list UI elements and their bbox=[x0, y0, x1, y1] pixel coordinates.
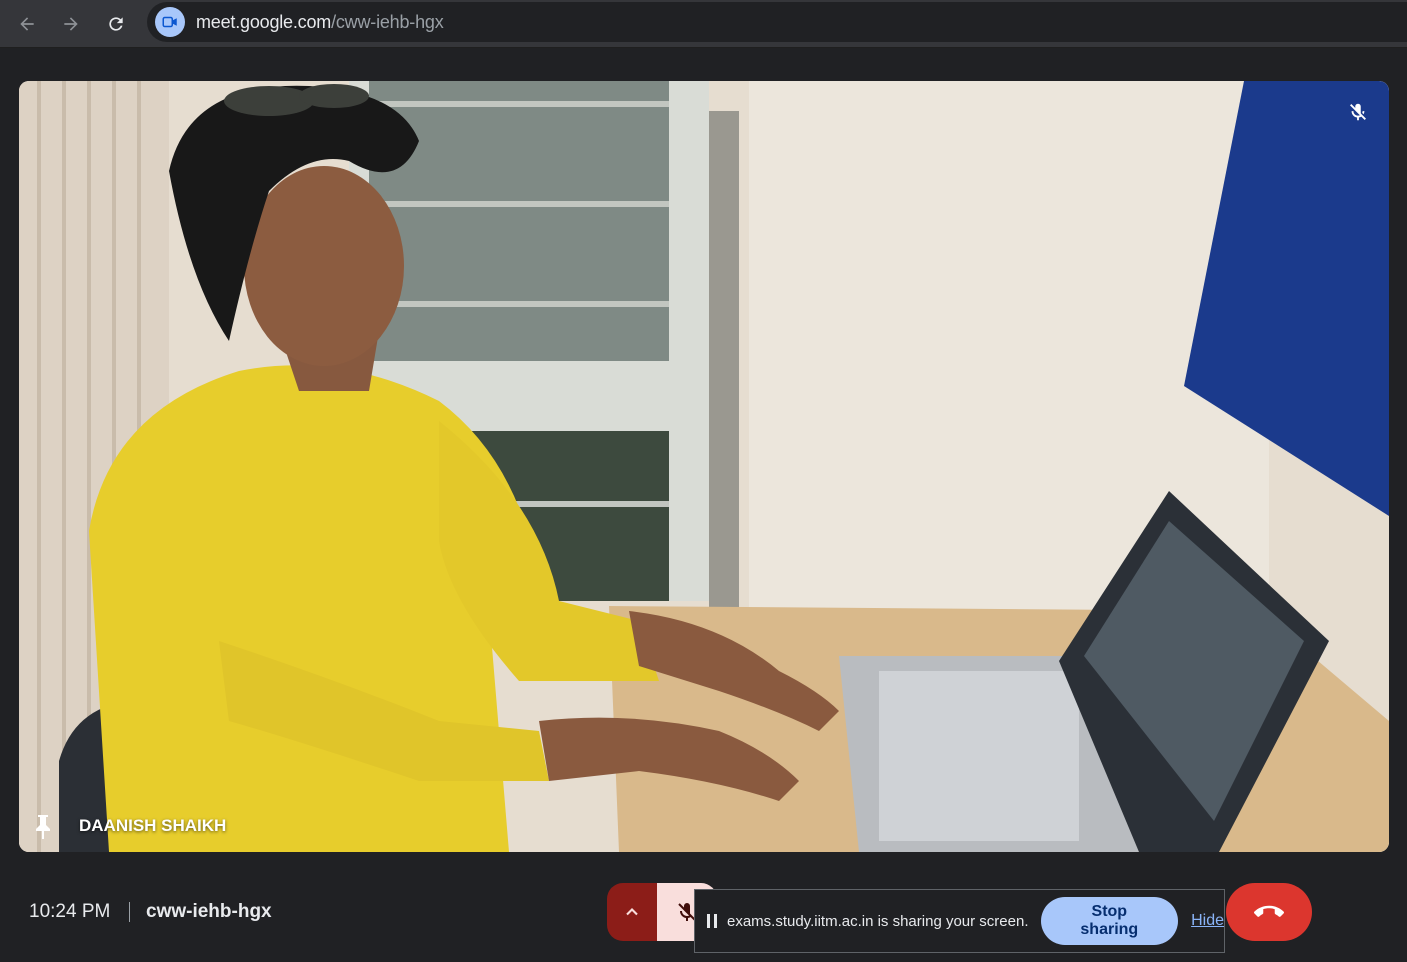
participant-video bbox=[19, 81, 1389, 852]
forward-arrow-icon[interactable] bbox=[54, 7, 88, 41]
screen-share-banner: exams.study.iitm.ac.in is sharing your s… bbox=[694, 889, 1225, 953]
participant-video-tile[interactable]: DAANISH SHAIKH bbox=[19, 81, 1389, 852]
hide-banner-link[interactable]: Hide bbox=[1191, 912, 1224, 930]
reload-icon[interactable] bbox=[99, 7, 133, 41]
mic-off-icon bbox=[1345, 99, 1371, 125]
participant-name: DAANISH SHAIKH bbox=[79, 816, 227, 835]
meeting-clock: 10:24 PM bbox=[29, 901, 111, 922]
phone-hangup-icon bbox=[1254, 905, 1284, 917]
meet-camera-icon[interactable] bbox=[155, 7, 185, 37]
end-call-button[interactable] bbox=[1226, 883, 1312, 941]
chevron-up-icon bbox=[626, 908, 638, 916]
url-text[interactable]: meet.google.com/cww-iehb-hgx bbox=[196, 12, 444, 33]
browser-toolbar: meet.google.com/cww-iehb-hgx bbox=[0, 0, 1407, 48]
mic-options-button[interactable] bbox=[607, 883, 657, 941]
back-arrow-icon[interactable] bbox=[10, 7, 44, 41]
address-bar[interactable]: meet.google.com/cww-iehb-hgx bbox=[147, 2, 1407, 42]
share-status-text: exams.study.iitm.ac.in is sharing your s… bbox=[726, 912, 1029, 930]
stop-sharing-button[interactable]: Stop sharing bbox=[1040, 897, 1179, 945]
url-path: /cww-iehb-hgx bbox=[331, 12, 444, 32]
meeting-code[interactable]: cww-iehb-hgx bbox=[146, 901, 272, 923]
footer-divider bbox=[129, 902, 130, 922]
pin-icon[interactable] bbox=[33, 813, 53, 839]
pause-icon bbox=[707, 914, 717, 928]
url-host: meet.google.com bbox=[196, 12, 332, 32]
